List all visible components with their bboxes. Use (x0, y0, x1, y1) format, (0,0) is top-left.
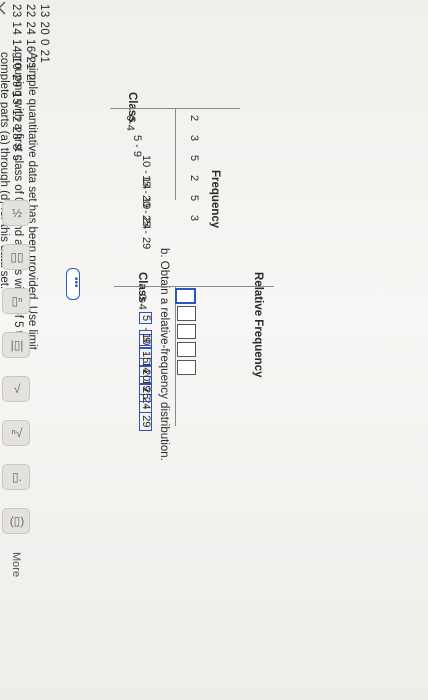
freq-class-row-2: 5 - 9 (131, 135, 143, 158)
rel-class-row-6[interactable]: 25 - 29 (138, 384, 156, 431)
ellipsis-icon: ••• (70, 277, 81, 288)
freq-header-frequency: Frequency (209, 170, 221, 229)
answer-input-3[interactable] (177, 324, 196, 339)
freq-class-row-1: 0-4 (124, 115, 136, 131)
more-tools-button[interactable]: More (10, 552, 22, 577)
rel-class-row-1: 0-4 (136, 294, 148, 310)
interval-tool-icon[interactable]: (▯) (2, 508, 30, 534)
freq-value-row-1: 2 (188, 115, 200, 122)
freq-column-divider (175, 108, 176, 200)
upper-limit-box[interactable]: 29 (139, 412, 152, 431)
dataset-row-1: 13 20 0 21 (38, 4, 50, 64)
freq-value-row-2: 3 (188, 135, 200, 142)
exponent-tool-icon[interactable]: ▯ⁿ (2, 288, 30, 314)
problem-screen: 13 20 0 21 22 24 16 21 2 23 14 14 10 29 … (0, 0, 428, 700)
part-b-prompt: b. Obtain a relative-frequency distribut… (158, 248, 170, 461)
freq-value-row-3: 5 (188, 155, 200, 162)
rel-column-divider (175, 286, 176, 426)
back-chevron-icon[interactable] (0, 0, 10, 16)
lower-limit-box[interactable]: 10 (139, 330, 152, 349)
answer-input-1[interactable] (175, 288, 196, 304)
lower-limit-box[interactable]: 5 (139, 312, 152, 325)
answer-input-2[interactable] (177, 306, 196, 321)
answer-input-5[interactable] (177, 360, 196, 375)
fraction-tool-icon[interactable]: ½ (2, 200, 30, 226)
absolute-value-tool-icon[interactable]: |▯| (2, 332, 30, 358)
more-content-pill[interactable]: ••• (66, 268, 81, 300)
lower-limit-box[interactable]: 20 (139, 366, 152, 385)
answer-input-4[interactable] (177, 342, 196, 357)
sqrt-tool-icon[interactable]: √ (2, 376, 30, 402)
decimal-tool-icon[interactable]: ▯. (2, 464, 30, 490)
freq-class-row-6: 25 - 29 (140, 215, 152, 250)
mixed-number-tool-icon[interactable]: ▯▯ (2, 244, 30, 270)
freq-value-row-5: 5 (188, 195, 200, 202)
rel-header-relative-frequency: Relative Frequency (252, 272, 264, 378)
nth-root-tool-icon[interactable]: ⁿ√ (2, 420, 30, 446)
lower-limit-box[interactable]: 15 (139, 348, 152, 367)
rel-header-rule (114, 286, 274, 287)
freq-value-row-6: 3 (188, 215, 200, 222)
range-dash: - (140, 405, 152, 410)
freq-value-row-4: 2 (188, 175, 200, 182)
lower-limit-box[interactable]: 25 (139, 384, 152, 403)
